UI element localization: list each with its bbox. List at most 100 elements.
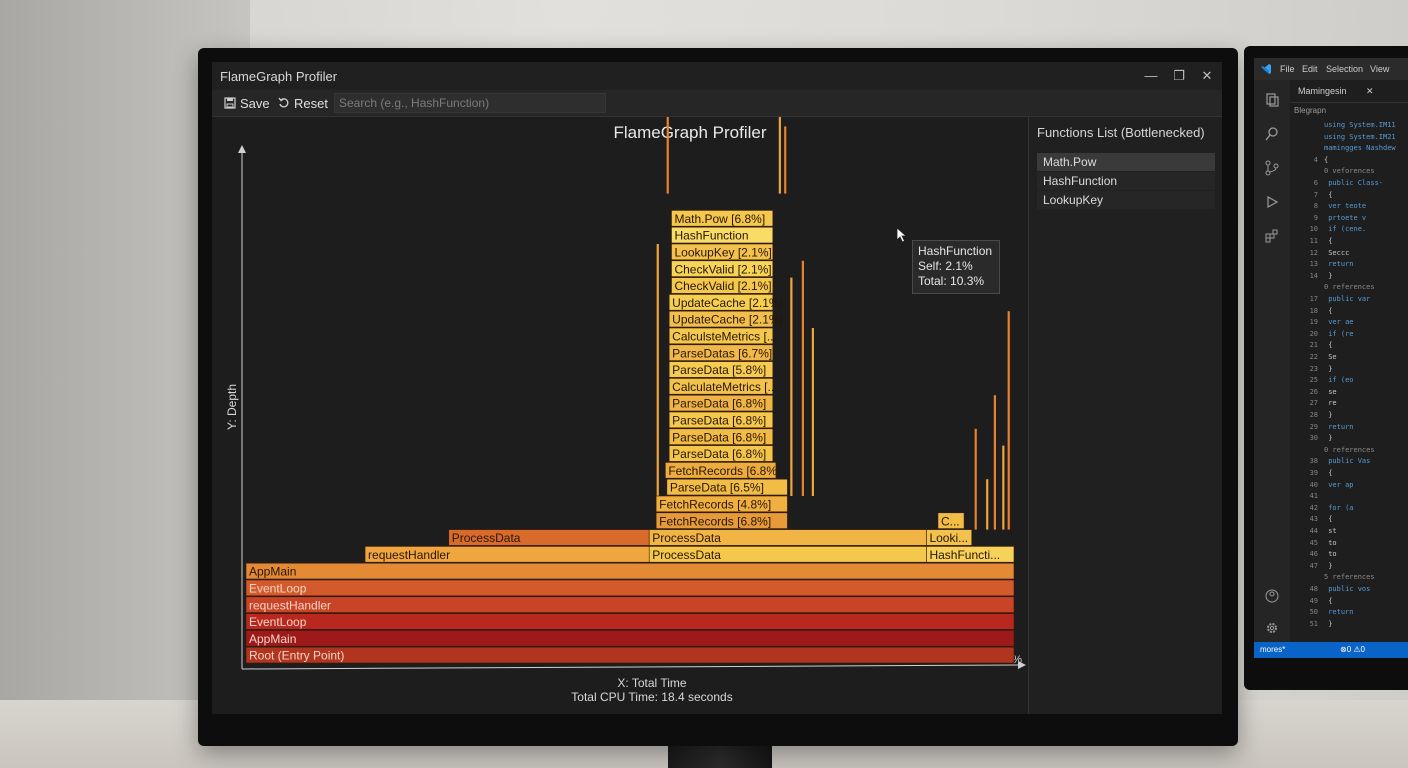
code-line[interactable]: 25 if (eo: [1294, 375, 1354, 385]
flame-spike[interactable]: [801, 260, 804, 496]
code-line[interactable]: 0 references: [1294, 282, 1375, 292]
code-line[interactable]: 26 se: [1294, 387, 1337, 397]
code-line[interactable]: 48 public vos: [1294, 584, 1371, 594]
code-line[interactable]: using System.IM11: [1294, 120, 1396, 130]
account-icon[interactable]: [1264, 588, 1280, 604]
extensions-icon[interactable]: [1264, 228, 1280, 244]
editor-tab[interactable]: Mamingesin ✕: [1290, 80, 1408, 103]
flame-spike[interactable]: [790, 277, 793, 496]
function-item-lookupkey[interactable]: LookupKey: [1037, 191, 1215, 209]
flame-frame[interactable]: [245, 596, 1015, 613]
search-input[interactable]: [334, 93, 606, 113]
code-text: ver ap: [1324, 480, 1354, 489]
flame-frame-label: ProcessData: [452, 531, 521, 545]
line-number: 49: [1309, 596, 1318, 605]
code-line[interactable]: 47 }: [1294, 561, 1333, 571]
close-button[interactable]: ✕: [1194, 66, 1220, 86]
code-line[interactable]: 14 }: [1294, 271, 1333, 281]
minimize-button[interactable]: —: [1138, 66, 1164, 86]
code-line[interactable]: 28 }: [1294, 410, 1333, 420]
flamegraph-chart[interactable]: FlameGraph Profiler Y: Depth X: Total Time…: [212, 117, 1028, 714]
code-line[interactable]: 12 Seccc: [1294, 248, 1350, 258]
menu-view[interactable]: View: [1370, 64, 1389, 74]
status-problems[interactable]: ⊗0 ⚠0: [1340, 645, 1365, 654]
menu-selection[interactable]: Selection: [1326, 64, 1363, 74]
run-debug-icon[interactable]: [1264, 194, 1280, 210]
flame-spike[interactable]: [666, 117, 669, 194]
code-line[interactable]: 4{: [1294, 155, 1328, 165]
code-text: }: [1324, 561, 1333, 570]
code-line[interactable]: 40 ver ap: [1294, 480, 1354, 490]
code-line[interactable]: 44 st: [1294, 526, 1337, 536]
code-line[interactable]: 41: [1294, 491, 1324, 501]
tab-close-icon[interactable]: ✕: [1366, 86, 1374, 97]
editor-breadcrumb: Blegrapn: [1294, 106, 1327, 115]
code-line[interactable]: 6 public Class-: [1294, 178, 1383, 188]
code-line[interactable]: 9 prtoete v: [1294, 213, 1366, 223]
code-line[interactable]: 10 if (cene.: [1294, 224, 1367, 234]
flame-frame[interactable]: [245, 562, 1015, 580]
code-line[interactable]: 5 references: [1294, 572, 1375, 582]
code-line[interactable]: 29 return: [1294, 422, 1354, 432]
code-line[interactable]: 43 {: [1294, 514, 1333, 524]
flame-frame[interactable]: [245, 613, 1015, 630]
code-line[interactable]: 23 }: [1294, 364, 1333, 374]
code-line[interactable]: 50 return: [1294, 607, 1354, 617]
code-line[interactable]: 0 veforences: [1294, 166, 1375, 176]
settings-gear-icon[interactable]: [1264, 620, 1280, 636]
code-line[interactable]: 19 ver ae: [1294, 317, 1354, 327]
reset-button[interactable]: Reset: [278, 94, 328, 112]
code-line[interactable]: 7 {: [1294, 190, 1333, 200]
code-line[interactable]: 11 {: [1294, 236, 1333, 246]
function-item-hashfunction[interactable]: HashFunction: [1037, 172, 1215, 190]
flame-spike[interactable]: [974, 428, 977, 530]
explorer-icon[interactable]: [1264, 92, 1280, 108]
profiler-window: FlameGraph Profiler — ❐ ✕ Save Reset Sea…: [212, 62, 1222, 714]
code-line[interactable]: 20 if (re: [1294, 329, 1354, 339]
code-line[interactable]: mamingges Nashdew: [1294, 143, 1396, 153]
flame-spike[interactable]: [986, 479, 989, 530]
code-line[interactable]: 46 to: [1294, 549, 1337, 559]
search-icon[interactable]: [1264, 126, 1280, 142]
flame-spike[interactable]: [811, 328, 814, 496]
code-line[interactable]: 27 re: [1294, 398, 1337, 408]
line-number: 27: [1309, 399, 1318, 408]
flame-frame[interactable]: [245, 630, 1015, 647]
code-line[interactable]: 49 {: [1294, 596, 1333, 606]
y-axis-label: Y: Depth: [225, 384, 239, 430]
code-line[interactable]: 0 references: [1294, 445, 1375, 455]
code-text: return: [1324, 260, 1354, 269]
status-branch[interactable]: mores*: [1260, 645, 1285, 654]
flame-spike[interactable]: [1007, 311, 1010, 530]
frame-tooltip: HashFunction Self: 2.1% Total: 10.3%: [912, 240, 1000, 294]
code-line[interactable]: 39 {: [1294, 468, 1333, 478]
code-line[interactable]: 30 }: [1294, 433, 1333, 443]
flame-frame[interactable]: [245, 646, 1015, 664]
code-line[interactable]: 17 public var: [1294, 294, 1371, 304]
source-control-icon[interactable]: [1264, 160, 1280, 176]
flame-spike[interactable]: [993, 395, 996, 530]
flame-spike[interactable]: [656, 244, 659, 496]
maximize-button[interactable]: ❐: [1166, 66, 1192, 86]
code-line[interactable]: 51 }: [1294, 619, 1333, 629]
code-line[interactable]: using System.IM21: [1294, 132, 1396, 142]
flame-spike[interactable]: [778, 117, 781, 194]
menu-file[interactable]: File: [1280, 64, 1295, 74]
code-line[interactable]: 8 ver teote: [1294, 201, 1366, 211]
code-line[interactable]: 18 {: [1294, 306, 1333, 316]
menu-edit[interactable]: Edit: [1302, 64, 1318, 74]
flame-spike[interactable]: [784, 126, 787, 194]
code-line[interactable]: 45 to: [1294, 538, 1337, 548]
code-line[interactable]: 38 public Vas: [1294, 456, 1371, 466]
reset-icon: [278, 97, 289, 108]
flame-frame[interactable]: [245, 579, 1015, 597]
code-line[interactable]: 42 for (a: [1294, 503, 1354, 513]
flame-frame-label: HashFuncti...: [929, 548, 1000, 562]
flame-spike[interactable]: [1002, 445, 1005, 530]
function-item-math-pow[interactable]: Math.Pow: [1037, 153, 1215, 171]
save-button[interactable]: Save: [224, 94, 270, 112]
line-number: 20: [1309, 329, 1318, 338]
code-line[interactable]: 21 {: [1294, 340, 1333, 350]
code-line[interactable]: 13 return: [1294, 259, 1354, 269]
code-line[interactable]: 22 Se: [1294, 352, 1337, 362]
